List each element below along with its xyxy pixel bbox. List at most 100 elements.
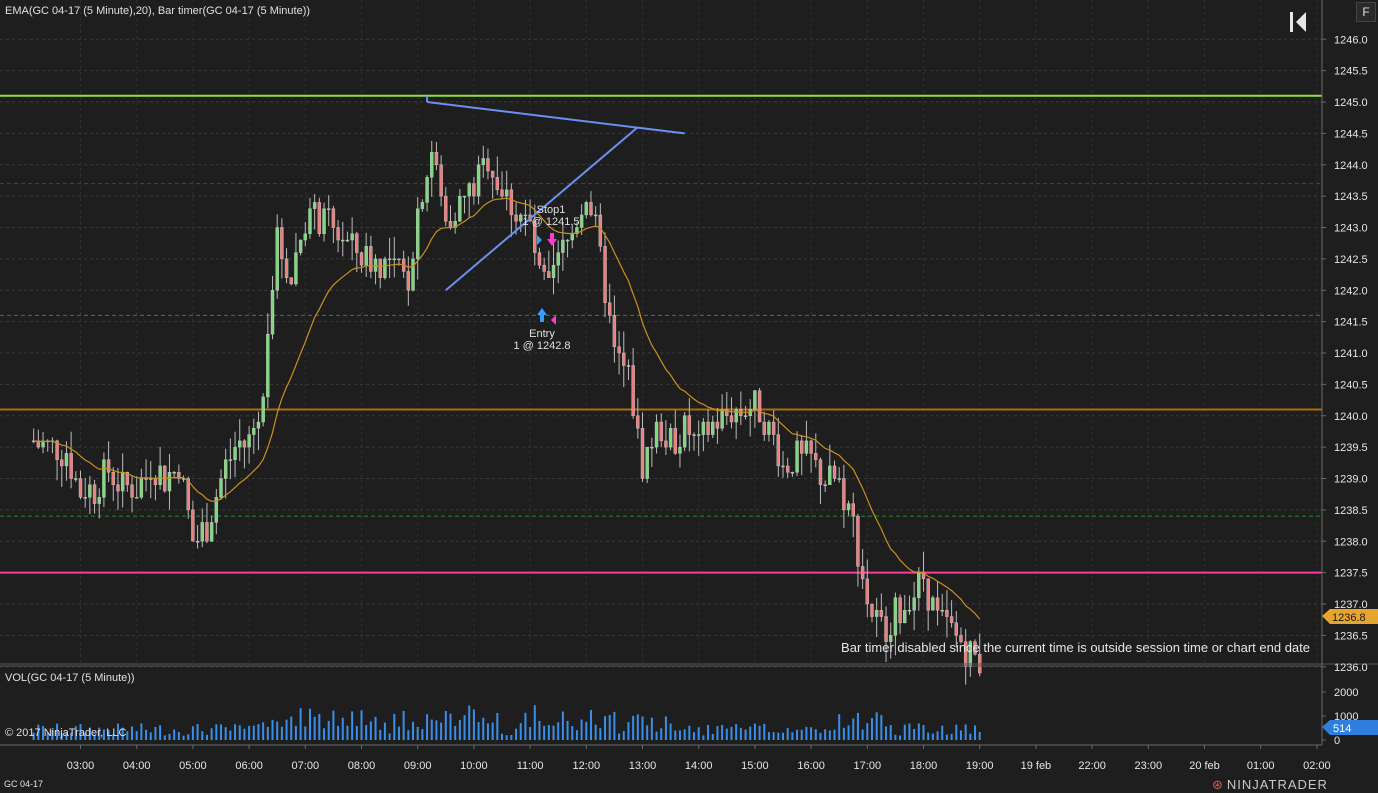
volume-bar: [234, 724, 237, 740]
candle-body: [935, 597, 940, 611]
time-tick-label: 19:00: [966, 760, 994, 772]
price-tick-label: 1242.0: [1334, 285, 1368, 297]
candle-body: [486, 158, 490, 172]
entry-detail: 1 @ 1242.8: [513, 340, 570, 352]
volume-bar: [828, 730, 831, 740]
candle-body: [776, 434, 781, 467]
candle-body: [706, 421, 710, 435]
candle-body: [687, 415, 692, 435]
triangle-drawing[interactable]: [426, 95, 685, 292]
bar-timer-message: Bar timer disabled since the current tim…: [841, 640, 1310, 655]
candle-body: [692, 434, 696, 436]
candle-body: [514, 214, 518, 222]
stop-arrow-icon: [547, 233, 557, 246]
volume-bar: [482, 717, 485, 740]
candle-body: [860, 566, 865, 580]
candle-body: [167, 472, 172, 492]
volume-bar: [140, 723, 143, 740]
time-tick-label: 11:00: [517, 760, 544, 772]
volume-bar: [824, 729, 827, 740]
volume-bar: [468, 705, 471, 740]
entry-flag-icon: [551, 315, 556, 325]
candle-body: [308, 208, 312, 234]
volume-bar: [931, 733, 934, 740]
volume-bar: [505, 735, 508, 740]
brand-name: NINJATRADER: [1226, 777, 1328, 792]
price-tick-label: 1239.0: [1334, 474, 1368, 486]
volume-bar: [402, 710, 405, 740]
volume-bar: [730, 726, 733, 740]
candle-body: [659, 421, 663, 442]
volume-bar: [847, 725, 850, 740]
volume-bar: [669, 723, 672, 740]
candle-body: [467, 183, 471, 197]
candle-body: [795, 440, 799, 473]
candle-body: [144, 478, 148, 480]
volume-bar: [552, 725, 555, 740]
volume-bar: [805, 726, 808, 740]
candle-body: [294, 252, 298, 285]
candle-body: [781, 465, 785, 468]
time-tick-label: 08:00: [348, 760, 376, 772]
time-tick-label: 19 feb: [1021, 760, 1052, 772]
volume-bar: [557, 722, 560, 740]
candle-body: [322, 208, 326, 234]
candle-body: [711, 421, 715, 435]
volume-bar: [763, 723, 766, 740]
volume-bar: [304, 726, 307, 740]
candle-body: [907, 610, 912, 612]
candle-body: [664, 440, 668, 448]
volume-bar: [323, 728, 326, 740]
volume-bar: [608, 715, 611, 740]
price-tick-label: 1245.0: [1334, 97, 1368, 109]
candle-body: [509, 189, 514, 216]
time-tick-label: 20 feb: [1189, 760, 1220, 772]
volume-bar: [519, 723, 522, 740]
volume-bar: [365, 725, 368, 740]
chart-canvas[interactable]: Entry 1 @ 1242.8 Stop1 1 @ 1241.5 1246.0…: [0, 0, 1378, 793]
candle-body: [926, 578, 930, 611]
price-axis[interactable]: 1246.0 1245.5 1245.0 1244.5 1244.0 1243.5 1243…: [1321, 0, 1368, 745]
time-axis[interactable]: 03:00 04:00 05:00 06:00 07:00 08:00 09:00 10:00…: [0, 744, 1331, 772]
candle-body: [617, 346, 621, 354]
candle-body: [673, 428, 677, 454]
candle-body: [275, 227, 279, 291]
volume-bar: [674, 730, 677, 740]
candle-body: [359, 252, 364, 266]
chart-properties-button[interactable]: F: [1356, 2, 1376, 22]
scroll-to-start-icon[interactable]: [1290, 12, 1306, 32]
volume-bar: [238, 725, 241, 740]
candle-body: [238, 440, 242, 448]
candle-body: [940, 610, 944, 612]
candle-body: [767, 421, 771, 435]
candle-body: [200, 522, 204, 542]
volume-bar: [599, 728, 602, 740]
triangle-upper-line[interactable]: [426, 101, 685, 135]
candle-body: [448, 221, 453, 228]
volume-bar: [337, 725, 340, 740]
price-tick-label: 1237.5: [1334, 568, 1368, 580]
volume-bar: [163, 735, 166, 740]
time-tick-label: 17:00: [854, 760, 882, 772]
candle-body: [434, 151, 439, 165]
candle-body: [832, 465, 837, 479]
volume-bar: [486, 723, 489, 740]
volume-bar: [149, 732, 152, 740]
volume-bar: [758, 725, 761, 740]
candle-body: [949, 616, 954, 624]
volume-bar: [510, 735, 513, 740]
time-tick-label: 13:00: [629, 760, 657, 772]
volume-bar: [814, 729, 817, 740]
volume-bar: [889, 725, 892, 740]
candle-body: [678, 446, 682, 454]
candle-body: [481, 158, 485, 165]
volume-bar: [796, 729, 799, 740]
volume-bar: [978, 731, 981, 740]
candle-body: [383, 258, 387, 278]
candle-body: [120, 472, 125, 492]
volume-bar: [262, 722, 265, 740]
time-tick-label: 07:00: [292, 760, 320, 772]
horizontal-lines[interactable]: [0, 94, 1322, 574]
time-tick-label: 22:00: [1078, 760, 1106, 772]
candle-body: [603, 246, 607, 303]
